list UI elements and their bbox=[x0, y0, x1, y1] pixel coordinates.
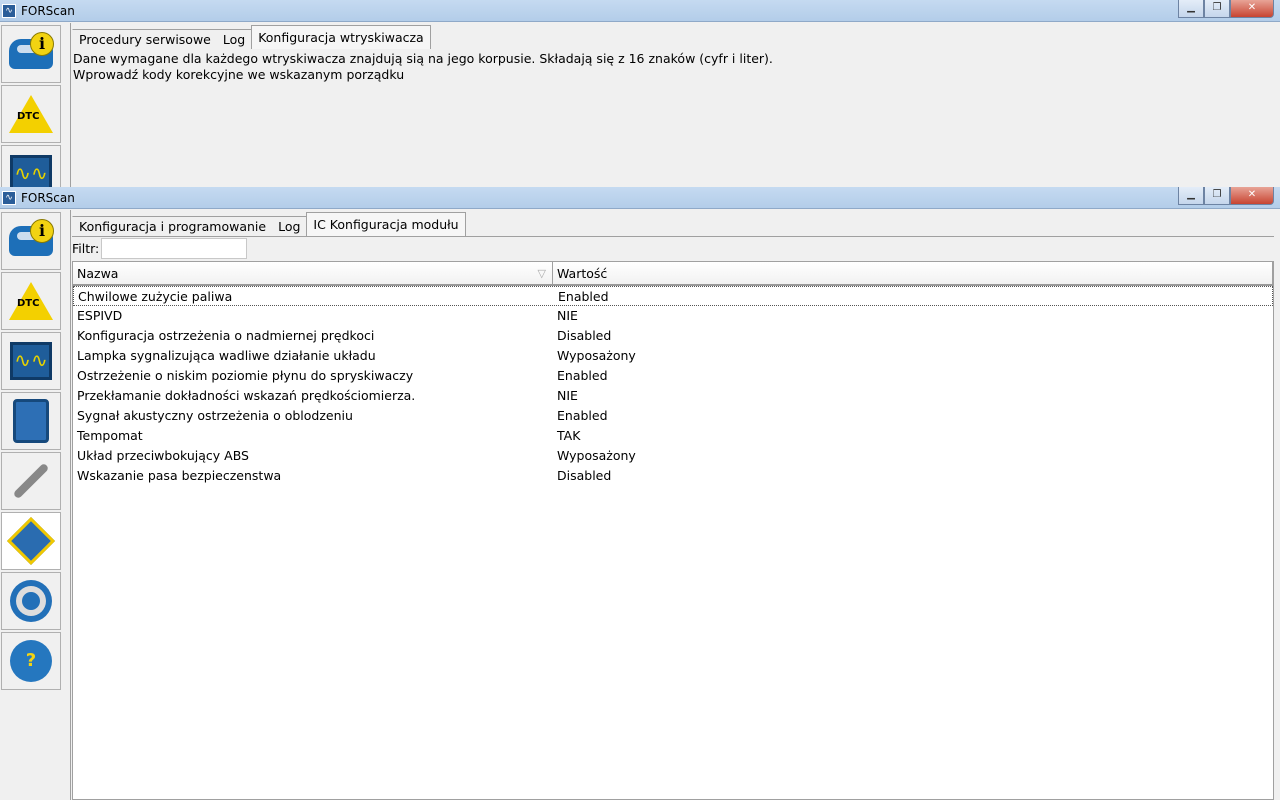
dtc-button[interactable]: DTC bbox=[1, 85, 61, 143]
restore-button[interactable]: ❐ bbox=[1204, 187, 1230, 205]
tab-bar: Procedury serwisowe Log Konfiguracja wtr… bbox=[72, 23, 1280, 49]
chip-icon bbox=[6, 516, 56, 566]
table-row[interactable]: Konfiguracja ostrzeżenia o nadmiernej pr… bbox=[73, 326, 1273, 346]
forscan-window-front: ∿ FORScan ▁ ❐ ✕ i DTC ∿∿ ? Konfiguracja i … bbox=[0, 187, 1280, 800]
table-row[interactable]: Przekłamanie dokładności wskazań prędkoś… bbox=[73, 386, 1273, 406]
vehicle-info-button[interactable]: i bbox=[1, 25, 61, 83]
title-bar: ∿ FORScan ▁ ❐ ✕ bbox=[0, 187, 1280, 209]
cell-value: Wyposażony bbox=[557, 448, 636, 463]
table-row[interactable]: ESPIVD NIE bbox=[73, 306, 1273, 326]
table-row[interactable]: Chwilowe zużycie paliwa Enabled bbox=[73, 286, 1273, 306]
cell-name: Sygnał akustyczny ostrzeżenia o oblodzen… bbox=[77, 408, 353, 423]
oscilloscope-button[interactable]: ∿∿ bbox=[1, 145, 61, 187]
app-icon: ∿ bbox=[2, 3, 16, 18]
info-icon: i bbox=[30, 32, 54, 56]
tab-bar: Konfiguracja i programowanie Log IC Konf… bbox=[72, 210, 1280, 236]
cell-value: TAK bbox=[557, 428, 581, 443]
help-button[interactable]: ? bbox=[1, 632, 61, 690]
cell-name: Tempomat bbox=[77, 428, 143, 443]
cell-name: Lampka sygnalizująca wadliwe działanie u… bbox=[77, 348, 376, 363]
tab-konfiguracja-programowanie[interactable]: Konfiguracja i programowanie bbox=[72, 216, 274, 236]
dtc-label: DTC bbox=[17, 298, 40, 309]
gear-icon bbox=[10, 580, 52, 622]
description-line-1: Dane wymagane dla każdego wtryskiwacza z… bbox=[73, 51, 773, 66]
forscan-window-back: ∿ FORScan ▁ ❐ ✕ i DTC ∿∿ Procedury serwiso… bbox=[0, 0, 1280, 187]
table-row[interactable]: Tempomat TAK bbox=[73, 426, 1273, 446]
sort-indicator-icon: ▽ bbox=[537, 267, 546, 280]
config-table: Nazwa ▽ Wartość Chwilowe zużycie paliwa En… bbox=[72, 261, 1274, 800]
cell-name: Konfiguracja ostrzeżenia o nadmiernej pr… bbox=[77, 328, 375, 343]
tab-konfiguracja-wtryskiwacza[interactable]: Konfiguracja wtryskiwacza bbox=[251, 25, 431, 49]
minimize-button[interactable]: ▁ bbox=[1178, 0, 1204, 18]
info-icon: i bbox=[30, 219, 54, 243]
column-label: Nazwa bbox=[77, 266, 119, 281]
help-wheel-icon: ? bbox=[10, 640, 52, 682]
dtc-warning-icon: DTC bbox=[9, 95, 53, 133]
tab-log[interactable]: Log bbox=[216, 29, 253, 49]
cell-name: Chwilowe zużycie paliwa bbox=[78, 289, 233, 304]
service-button[interactable] bbox=[1, 452, 61, 510]
checklist-icon bbox=[13, 399, 49, 443]
wrench-icon bbox=[12, 462, 50, 500]
tab-procedury-serwisowe[interactable]: Procedury serwisowe bbox=[72, 29, 218, 49]
filter-input[interactable] bbox=[101, 238, 248, 259]
configuration-button[interactable] bbox=[1, 512, 61, 570]
window-title: FORScan bbox=[21, 190, 75, 205]
column-header-wartosc[interactable]: Wartość bbox=[553, 262, 1273, 284]
cell-value: Enabled bbox=[558, 289, 609, 304]
dtc-button[interactable]: DTC bbox=[1, 272, 61, 330]
vehicle-info-button[interactable]: i bbox=[1, 212, 61, 270]
cell-value: Enabled bbox=[557, 408, 608, 423]
close-button[interactable]: ✕ bbox=[1230, 0, 1274, 18]
filter-label: Filtr: bbox=[72, 241, 100, 256]
window-title: FORScan bbox=[21, 3, 75, 18]
cell-value: Enabled bbox=[557, 368, 608, 383]
dtc-warning-icon: DTC bbox=[9, 282, 53, 320]
dtc-label: DTC bbox=[17, 111, 40, 122]
table-row[interactable]: Lampka sygnalizująca wadliwe działanie u… bbox=[73, 346, 1273, 366]
cell-name: ESPIVD bbox=[77, 308, 123, 323]
table-row[interactable]: Układ przeciwbokujący ABS Wyposażony bbox=[73, 446, 1273, 466]
table-row[interactable]: Sygnał akustyczny ostrzeżenia o oblodzen… bbox=[73, 406, 1273, 426]
sidebar: i DTC ∿∿ bbox=[0, 23, 71, 187]
oscilloscope-icon: ∿∿ bbox=[10, 342, 52, 380]
cell-value: Disabled bbox=[557, 328, 612, 343]
cell-name: Wskazanie pasa bezpieczenstwa bbox=[77, 468, 282, 483]
tests-button[interactable] bbox=[1, 392, 61, 450]
cell-name: Ostrzeżenie o niskim poziomie płynu do s… bbox=[77, 368, 414, 383]
table-row[interactable]: Ostrzeżenie o niskim poziomie płynu do s… bbox=[73, 366, 1273, 386]
cell-value: NIE bbox=[557, 388, 578, 403]
app-icon: ∿ bbox=[2, 190, 16, 205]
oscilloscope-button[interactable]: ∿∿ bbox=[1, 332, 61, 390]
column-header-nazwa[interactable]: Nazwa ▽ bbox=[73, 262, 553, 284]
settings-button[interactable] bbox=[1, 572, 61, 630]
description-line-2: Wprowadź kody korekcyjne we wskazanym po… bbox=[73, 67, 405, 82]
tab-log[interactable]: Log bbox=[272, 216, 308, 236]
restore-button[interactable]: ❐ bbox=[1204, 0, 1230, 18]
oscilloscope-icon: ∿∿ bbox=[10, 155, 52, 187]
table-row[interactable]: Wskazanie pasa bezpieczenstwa Disabled bbox=[73, 466, 1273, 486]
cell-value: Wyposażony bbox=[557, 348, 636, 363]
minimize-button[interactable]: ▁ bbox=[1178, 187, 1204, 205]
tab-ic-konfiguracja-modulu[interactable]: IC Konfiguracja modułu bbox=[306, 212, 466, 236]
sidebar: i DTC ∿∿ ? bbox=[0, 210, 71, 800]
cell-name: Przekłamanie dokładności wskazań prędkoś… bbox=[77, 388, 416, 403]
close-button[interactable]: ✕ bbox=[1230, 187, 1274, 205]
cell-value: NIE bbox=[557, 308, 578, 323]
cell-name: Układ przeciwbokujący ABS bbox=[77, 448, 249, 463]
cell-value: Disabled bbox=[557, 468, 612, 483]
title-bar: ∿ FORScan ▁ ❐ ✕ bbox=[0, 0, 1280, 22]
